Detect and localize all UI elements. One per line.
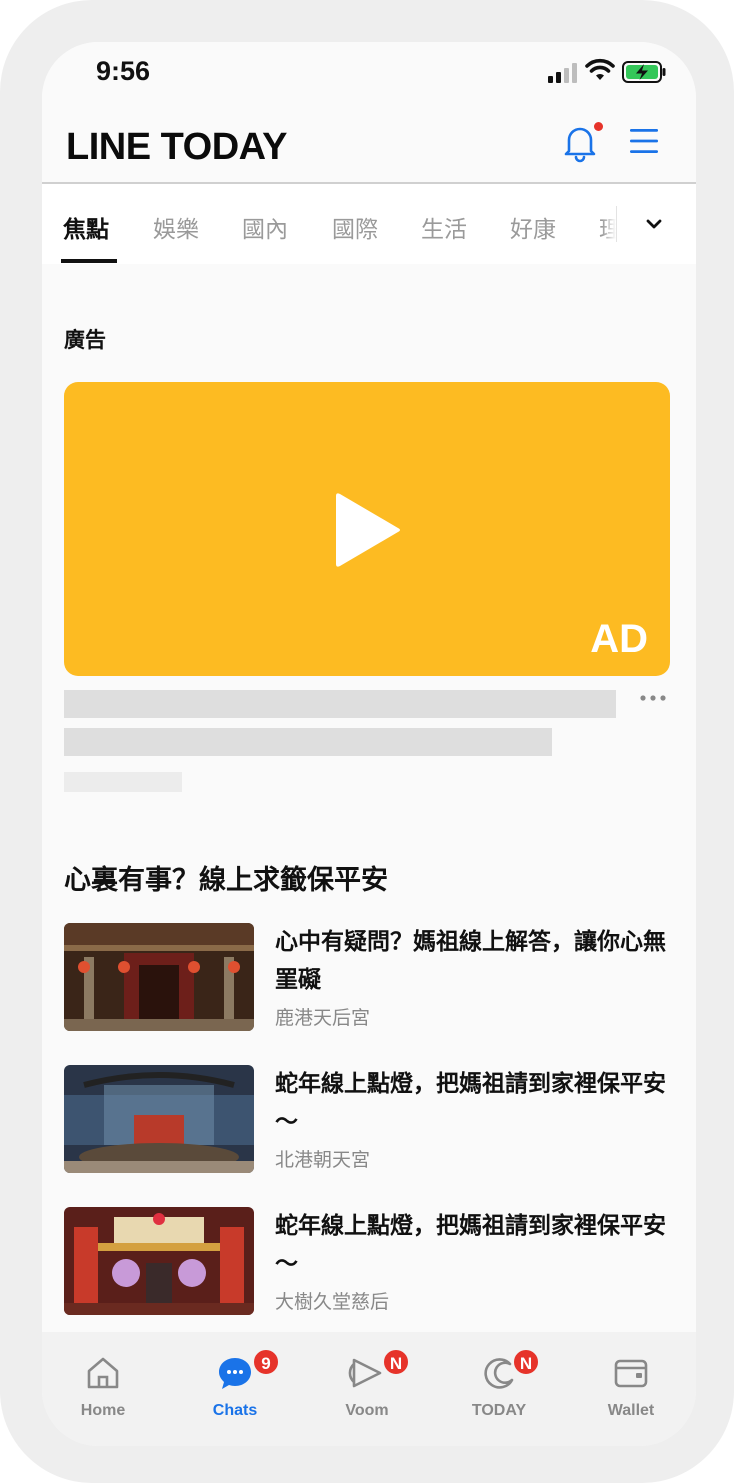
tabs-fade	[602, 184, 616, 264]
ad-title-placeholder	[64, 690, 616, 718]
category-tabs: 焦點 娛樂 國內 國際 生活 好康 理	[42, 184, 696, 264]
line-today-logo[interactable]: LINE TODAY	[66, 126, 287, 169]
nav-wallet-label: Wallet	[607, 1402, 655, 1419]
voom-badge: N	[382, 1348, 410, 1376]
hamburger-menu-icon[interactable]	[628, 124, 660, 158]
active-tab-indicator	[61, 259, 117, 263]
nav-home-label: Home	[80, 1402, 126, 1419]
article-thumbnail-shrine	[64, 1207, 254, 1315]
article-item[interactable]: 蛇年線上點燈，把媽祖請到家裡保平安～ 大樹久堂慈后	[64, 1207, 674, 1316]
tab-focus[interactable]: 焦點	[63, 210, 109, 244]
article-item[interactable]: 蛇年線上點燈，把媽祖請到家裡保平安～ 北港朝天宮	[64, 1065, 674, 1175]
article-source: 大樹久堂慈后	[275, 1291, 390, 1313]
play-icon[interactable]	[334, 490, 404, 570]
nav-today[interactable]: N TODAY	[444, 1332, 554, 1432]
article-source: 鹿港天后宮	[275, 1007, 371, 1029]
ad-subtitle-placeholder	[64, 728, 552, 756]
more-options-icon[interactable]	[638, 688, 668, 708]
article-title: 心中有疑問？媽祖線上解答，讓你心無罣礙	[275, 929, 666, 993]
wifi-icon	[585, 58, 615, 80]
device-frame: 9:56 LINE TODAY 焦點 娛樂 國內 國際 生活 好康 廣告 AD …	[0, 0, 734, 1483]
nav-wallet[interactable]: Wallet	[576, 1332, 686, 1432]
nav-voom[interactable]: N Voom	[312, 1332, 422, 1432]
chevron-down-icon[interactable]	[634, 210, 674, 240]
article-item[interactable]: 心中有疑問？媽祖線上解答，讓你心無罣礙 鹿港天后宮	[64, 923, 674, 1033]
status-bar: 9:56	[42, 42, 696, 104]
home-icon	[87, 1357, 119, 1389]
nav-voom-label: Voom	[345, 1402, 389, 1419]
nav-today-label: TODAY	[471, 1402, 527, 1419]
phone-screen: 9:56 LINE TODAY 焦點 娛樂 國內 國際 生活 好康 廣告 AD …	[42, 42, 696, 1446]
tab-life[interactable]: 生活	[421, 210, 467, 244]
ad-source-placeholder	[64, 772, 182, 792]
bottom-nav-bar: Home 9 Chats N Voom N TODAY Wallet	[42, 1332, 696, 1446]
nav-home[interactable]: Home	[48, 1332, 158, 1432]
tab-international[interactable]: 國際	[332, 210, 378, 244]
ad-badge: AD	[590, 617, 648, 661]
status-time: 9:56	[96, 56, 151, 86]
video-ad[interactable]: AD	[64, 382, 670, 676]
feed-content[interactable]: 廣告 AD 心裏有事？線上求籤保平安 心中有疑問？媽祖線上解答，讓你心無罣礙 鹿…	[42, 264, 696, 1316]
today-badge: N	[512, 1348, 540, 1376]
voom-icon	[348, 1358, 382, 1388]
tab-domestic[interactable]: 國內	[242, 210, 288, 244]
tab-deals[interactable]: 好康	[510, 210, 556, 244]
section-title: 心裏有事？線上求籤保平安	[64, 865, 388, 896]
nav-chats[interactable]: 9 Chats	[180, 1332, 290, 1432]
article-thumbnail-temple	[64, 923, 254, 1031]
app-header: LINE TODAY	[42, 104, 696, 184]
notification-dot	[594, 122, 603, 131]
nav-chats-label: Chats	[212, 1402, 258, 1419]
chat-bubble-icon	[219, 1358, 251, 1389]
cellular-signal-icon	[548, 63, 577, 83]
article-thumbnail-incense	[64, 1065, 254, 1173]
battery-charging-icon	[622, 61, 666, 83]
tabs-divider	[616, 206, 617, 242]
tab-entertainment[interactable]: 娛樂	[153, 210, 199, 244]
article-title: 蛇年線上點燈，把媽祖請到家裡保平安～	[275, 1213, 666, 1277]
chats-badge: 9	[252, 1348, 280, 1376]
wallet-icon	[614, 1359, 648, 1388]
article-title: 蛇年線上點燈，把媽祖請到家裡保平安～	[275, 1071, 666, 1135]
ad-section-label: 廣告	[64, 328, 106, 352]
article-source: 北港朝天宮	[275, 1149, 371, 1171]
